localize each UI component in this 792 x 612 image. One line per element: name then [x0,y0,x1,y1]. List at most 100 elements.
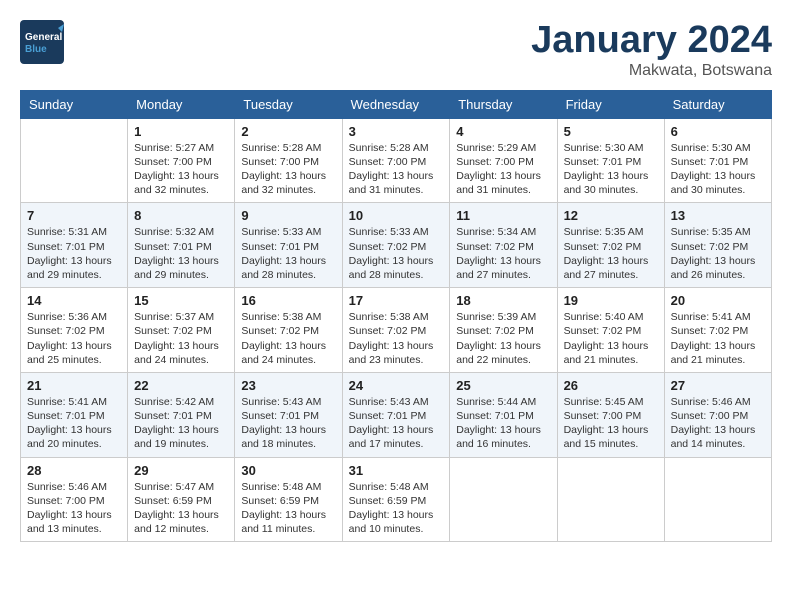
day-info: Sunrise: 5:45 AMSunset: 7:00 PMDaylight:… [564,395,658,452]
calendar-cell: 13Sunrise: 5:35 AMSunset: 7:02 PMDayligh… [664,203,771,288]
day-number: 23 [241,378,335,393]
weekday-header-saturday: Saturday [664,90,771,118]
calendar-cell: 22 Sunrise: 5:42 AMSunset: 7:01 PMDayligh… [128,372,235,457]
day-info: Sunrise: 5:31 AMSunset: 7:01 PMDaylight:… [27,225,121,282]
day-number: 1 [134,124,228,139]
calendar-cell: 28 Sunrise: 5:46 AMSunset: 7:00 PMDayligh… [21,457,128,542]
calendar-cell: 31 Sunrise: 5:48 AMSunset: 6:59 PMDayligh… [342,457,450,542]
day-info: Sunrise: 5:48 AMSunset: 6:59 PMDaylight:… [349,480,444,537]
day-info: Sunrise: 5:30 AMSunset: 7:01 PMDaylight:… [671,141,765,198]
calendar-cell: 6 Sunrise: 5:30 AMSunset: 7:01 PMDaylight… [664,118,771,203]
calendar-week-row: 28 Sunrise: 5:46 AMSunset: 7:00 PMDayligh… [21,457,772,542]
svg-text:Blue: Blue [25,44,47,55]
day-number: 19 [564,293,658,308]
day-number: 25 [456,378,550,393]
day-info: Sunrise: 5:42 AMSunset: 7:01 PMDaylight:… [134,395,228,452]
day-number: 10 [349,208,444,223]
day-number: 8 [134,208,228,223]
day-number: 22 [134,378,228,393]
calendar-cell [450,457,557,542]
calendar-cell: 8 Sunrise: 5:32 AMSunset: 7:01 PMDaylight… [128,203,235,288]
weekday-header-tuesday: Tuesday [235,90,342,118]
day-number: 29 [134,463,228,478]
day-number: 11 [456,208,550,223]
calendar-cell: 29 Sunrise: 5:47 AMSunset: 6:59 PMDayligh… [128,457,235,542]
day-number: 6 [671,124,765,139]
location: Makwata, Botswana [531,62,772,80]
day-number: 3 [349,124,444,139]
calendar-cell: 26 Sunrise: 5:45 AMSunset: 7:00 PMDayligh… [557,372,664,457]
calendar-cell: 20 Sunrise: 5:41 AMSunset: 7:02 PMDayligh… [664,288,771,373]
calendar-week-row: 21 Sunrise: 5:41 AMSunset: 7:01 PMDayligh… [21,372,772,457]
calendar-cell: 15Sunrise: 5:37 AMSunset: 7:02 PMDayligh… [128,288,235,373]
day-info: Sunrise: 5:46 AMSunset: 7:00 PMDaylight:… [27,480,121,537]
day-info: Sunrise: 5:48 AMSunset: 6:59 PMDaylight:… [241,480,335,537]
calendar-week-row: 14Sunrise: 5:36 AMSunset: 7:02 PMDayligh… [21,288,772,373]
calendar-cell: 30Sunrise: 5:48 AMSunset: 6:59 PMDayligh… [235,457,342,542]
day-info: Sunrise: 5:30 AMSunset: 7:01 PMDaylight:… [564,141,658,198]
day-number: 2 [241,124,335,139]
day-number: 5 [564,124,658,139]
logo: General Blue [20,20,64,64]
calendar-cell [664,457,771,542]
day-info: Sunrise: 5:33 AMSunset: 7:01 PMDaylight:… [241,225,335,282]
day-number: 17 [349,293,444,308]
day-info: Sunrise: 5:28 AMSunset: 7:00 PMDaylight:… [349,141,444,198]
day-info: Sunrise: 5:37 AMSunset: 7:02 PMDaylight:… [134,310,228,367]
day-number: 16 [241,293,335,308]
svg-text:General: General [25,32,62,43]
day-info: Sunrise: 5:41 AMSunset: 7:02 PMDaylight:… [671,310,765,367]
weekday-header-row: SundayMondayTuesdayWednesdayThursdayFrid… [21,90,772,118]
day-number: 27 [671,378,765,393]
day-number: 24 [349,378,444,393]
day-info: Sunrise: 5:47 AMSunset: 6:59 PMDaylight:… [134,480,228,537]
calendar-week-row: 1 Sunrise: 5:27 AMSunset: 7:00 PMDaylight… [21,118,772,203]
day-number: 20 [671,293,765,308]
day-info: Sunrise: 5:33 AMSunset: 7:02 PMDaylight:… [349,225,444,282]
calendar-cell: 9 Sunrise: 5:33 AMSunset: 7:01 PMDaylight… [235,203,342,288]
day-info: Sunrise: 5:43 AMSunset: 7:01 PMDaylight:… [349,395,444,452]
day-number: 7 [27,208,121,223]
page-header: General Blue January 2024 Makwata, Botsw… [20,20,772,80]
day-number: 18 [456,293,550,308]
day-info: Sunrise: 5:35 AMSunset: 7:02 PMDaylight:… [564,225,658,282]
calendar-cell: 2 Sunrise: 5:28 AMSunset: 7:00 PMDaylight… [235,118,342,203]
calendar-cell: 4 Sunrise: 5:29 AMSunset: 7:00 PMDaylight… [450,118,557,203]
day-number: 28 [27,463,121,478]
calendar-cell: 24 Sunrise: 5:43 AMSunset: 7:01 PMDayligh… [342,372,450,457]
day-info: Sunrise: 5:32 AMSunset: 7:01 PMDaylight:… [134,225,228,282]
day-info: Sunrise: 5:28 AMSunset: 7:00 PMDaylight:… [241,141,335,198]
calendar-cell [21,118,128,203]
day-number: 21 [27,378,121,393]
day-number: 12 [564,208,658,223]
calendar-cell: 25Sunrise: 5:44 AMSunset: 7:01 PMDayligh… [450,372,557,457]
calendar-week-row: 7 Sunrise: 5:31 AMSunset: 7:01 PMDaylight… [21,203,772,288]
day-info: Sunrise: 5:29 AMSunset: 7:00 PMDaylight:… [456,141,550,198]
day-info: Sunrise: 5:43 AMSunset: 7:01 PMDaylight:… [241,395,335,452]
calendar-cell: 27 Sunrise: 5:46 AMSunset: 7:00 PMDayligh… [664,372,771,457]
calendar-cell: 1 Sunrise: 5:27 AMSunset: 7:00 PMDaylight… [128,118,235,203]
calendar-cell: 3 Sunrise: 5:28 AMSunset: 7:00 PMDaylight… [342,118,450,203]
day-number: 26 [564,378,658,393]
weekday-header-monday: Monday [128,90,235,118]
day-info: Sunrise: 5:41 AMSunset: 7:01 PMDaylight:… [27,395,121,452]
month-title: January 2024 [531,20,772,62]
day-info: Sunrise: 5:27 AMSunset: 7:00 PMDaylight:… [134,141,228,198]
calendar-cell: 12 Sunrise: 5:35 AMSunset: 7:02 PMDayligh… [557,203,664,288]
day-info: Sunrise: 5:46 AMSunset: 7:00 PMDaylight:… [671,395,765,452]
calendar-cell: 7 Sunrise: 5:31 AMSunset: 7:01 PMDaylight… [21,203,128,288]
day-number: 31 [349,463,444,478]
calendar-cell: 19 Sunrise: 5:40 AMSunset: 7:02 PMDayligh… [557,288,664,373]
weekday-header-wednesday: Wednesday [342,90,450,118]
day-info: Sunrise: 5:38 AMSunset: 7:02 PMDaylight:… [349,310,444,367]
day-number: 4 [456,124,550,139]
day-number: 9 [241,208,335,223]
day-info: Sunrise: 5:35 AMSunset: 7:02 PMDaylight:… [671,225,765,282]
calendar-table: SundayMondayTuesdayWednesdayThursdayFrid… [20,90,772,542]
day-info: Sunrise: 5:39 AMSunset: 7:02 PMDaylight:… [456,310,550,367]
weekday-header-friday: Friday [557,90,664,118]
weekday-header-thursday: Thursday [450,90,557,118]
calendar-cell: 10 Sunrise: 5:33 AMSunset: 7:02 PMDayligh… [342,203,450,288]
calendar-cell: 23 Sunrise: 5:43 AMSunset: 7:01 PMDayligh… [235,372,342,457]
day-info: Sunrise: 5:40 AMSunset: 7:02 PMDaylight:… [564,310,658,367]
